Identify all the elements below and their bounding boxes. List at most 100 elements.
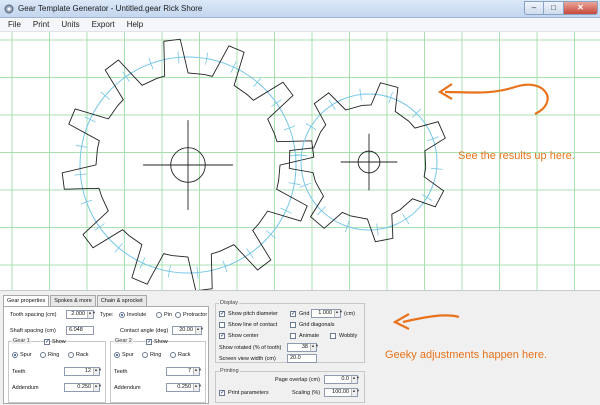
contact-angle-value: 20.00 [179, 327, 193, 333]
gear-1-ring-label: Ring [48, 352, 60, 358]
spin-icon[interactable]: ▲▼ [87, 311, 96, 318]
gear-1-teeth-field[interactable]: 12 ▲▼ [64, 367, 102, 376]
spin-icon[interactable]: ▲▼ [351, 389, 360, 396]
page-overlap-label: Page overlap (cm) [275, 377, 320, 383]
gear-2-teeth-value: 7 [187, 368, 191, 374]
gear-1-rack-label: Rack [76, 352, 89, 358]
gear-1-addendum-value: 0.250 [77, 384, 91, 390]
gear-2-spur-radio[interactable] [114, 352, 120, 358]
spin-icon[interactable]: ▲▼ [334, 310, 343, 317]
window-title: Gear Template Generator - Untitled.gear … [18, 4, 203, 13]
show-pitch-diameter-label: Show pitch diameter [228, 311, 278, 317]
type-label: Type: [100, 312, 114, 318]
gear-1-rack-radio[interactable] [68, 352, 74, 358]
spin-icon[interactable]: ▲▼ [193, 368, 202, 375]
gear-2-addendum-field[interactable]: 0.250 ▲▼ [166, 383, 202, 392]
pitch-tick [74, 173, 87, 176]
tooth-spacing-label: Tooth spacing (cm) [10, 312, 57, 318]
spin-icon[interactable]: ▲▼ [195, 327, 204, 334]
grid-diagonals-label: Grid diagonals [299, 322, 335, 328]
gear-2-addendum-label: Addendum [114, 385, 141, 391]
pitch-tick [196, 266, 199, 279]
pitch-tick [280, 207, 292, 214]
gear-1-spur-radio[interactable] [12, 352, 18, 358]
shaft-spacing-field[interactable]: 6.048 [66, 326, 94, 335]
print-parameters-checkbox[interactable]: ✓ [219, 390, 225, 396]
scaling-field[interactable]: 100.00 ▲▼ [324, 388, 360, 397]
menu-units[interactable]: Units [61, 20, 79, 29]
gear-canvas[interactable]: See the results up here. [0, 32, 600, 290]
scaling-value: 100.00 [332, 389, 349, 395]
screen-view-width-field[interactable]: 20.0 [287, 354, 317, 363]
gear-2-show-checkbox[interactable]: ✓ [146, 339, 152, 345]
pitch-tick [421, 194, 433, 201]
gear-1-show-checkbox[interactable]: ✓ [44, 339, 50, 345]
contact-angle-label: Contact angle (deg) [120, 328, 169, 334]
gear-2-teeth-field[interactable]: 7 ▲▼ [166, 367, 202, 376]
arrow-top [444, 83, 549, 115]
pitch-tick [253, 77, 262, 88]
type-involute-label: Involute [127, 312, 147, 318]
gear-2-drawing [288, 82, 446, 243]
pitch-tick [230, 61, 237, 73]
show-center-checkbox[interactable]: ✓ [219, 333, 225, 339]
pitch-tick [305, 123, 317, 130]
spin-icon[interactable]: ▲▼ [93, 368, 102, 375]
animate-checkbox[interactable] [290, 333, 296, 339]
gear-1-teeth-label: Teeth [12, 369, 26, 375]
annotation-arrows [437, 83, 549, 115]
menu-file[interactable]: File [8, 20, 21, 29]
menu-export[interactable]: Export [92, 20, 115, 29]
spin-icon[interactable]: ▲▼ [310, 344, 319, 351]
tab-spokes[interactable]: Spokes & more [50, 295, 96, 306]
spin-icon[interactable]: ▲▼ [193, 384, 202, 391]
show-rotated-field[interactable]: 38 ▲▼ [287, 343, 319, 352]
close-button[interactable]: ✕ [564, 1, 598, 15]
maximize-button[interactable]: □ [544, 1, 564, 15]
gear-app-icon [4, 4, 14, 14]
gear-2-rack-radio[interactable] [170, 352, 176, 358]
grid-checkbox[interactable]: ✓ [290, 311, 296, 317]
scaling-label: Scaling (%) [292, 390, 321, 396]
pitch-tick [246, 248, 254, 259]
gear-2-ring-radio[interactable] [142, 352, 148, 358]
gear-1-addendum-field[interactable]: 0.250 ▲▼ [64, 383, 102, 392]
gear-2-spur-label: Spur [122, 352, 134, 358]
menu-help[interactable]: Help [127, 20, 143, 29]
grid-value: 1.000 [318, 310, 332, 316]
page-overlap-field[interactable]: 0.0 ▲▼ [324, 375, 360, 384]
type-protractor-radio[interactable] [175, 312, 181, 318]
type-pin-radio[interactable] [156, 312, 162, 318]
minimize-button[interactable]: – [524, 1, 544, 15]
gear-2-teeth-label: Teeth [114, 369, 128, 375]
tab-chain-sprocket[interactable]: Chain & sprocket [96, 295, 147, 306]
type-involute-radio[interactable] [119, 312, 125, 318]
tooth-spacing-field[interactable]: 2.000 ▲▼ [66, 310, 96, 319]
title-bar: Gear Template Generator - Untitled.gear … [0, 0, 600, 18]
menu-print[interactable]: Print [33, 20, 49, 29]
pitch-tick [139, 257, 146, 269]
printing-title: Printing [219, 368, 240, 374]
gear-1-addendum-label: Addendum [12, 385, 39, 391]
grid-label: Grid [299, 311, 310, 317]
spin-icon[interactable]: ▲▼ [93, 384, 102, 391]
gear-1-spur-label: Spur [20, 352, 32, 358]
pitch-tick [122, 71, 130, 82]
gear-1-drawing [61, 38, 315, 290]
show-line-of-contact-checkbox[interactable] [219, 322, 225, 328]
gear-1-title: Gear 1 [12, 338, 31, 344]
grid-field[interactable]: 1.000 ▲▼ [311, 309, 343, 318]
gear-1-teeth-value: 12 [84, 368, 91, 374]
grid-diagonals-checkbox[interactable] [290, 322, 296, 328]
show-pitch-diameter-checkbox[interactable]: ✓ [219, 311, 225, 317]
contact-angle-field[interactable]: 20.00 ▲▼ [172, 326, 204, 335]
show-center-label: Show center [228, 333, 259, 339]
spin-icon[interactable]: ▲▼ [351, 376, 360, 383]
gear-2-ring-label: Ring [150, 352, 162, 358]
pitch-tick [328, 99, 336, 111]
show-line-of-contact-label: Show line of contact [228, 322, 278, 328]
gear-2-rack-label: Rack [178, 352, 191, 358]
gear-1-ring-radio[interactable] [40, 352, 46, 358]
page-overlap-value: 0.0 [341, 376, 349, 382]
wobbly-checkbox[interactable] [330, 333, 336, 339]
